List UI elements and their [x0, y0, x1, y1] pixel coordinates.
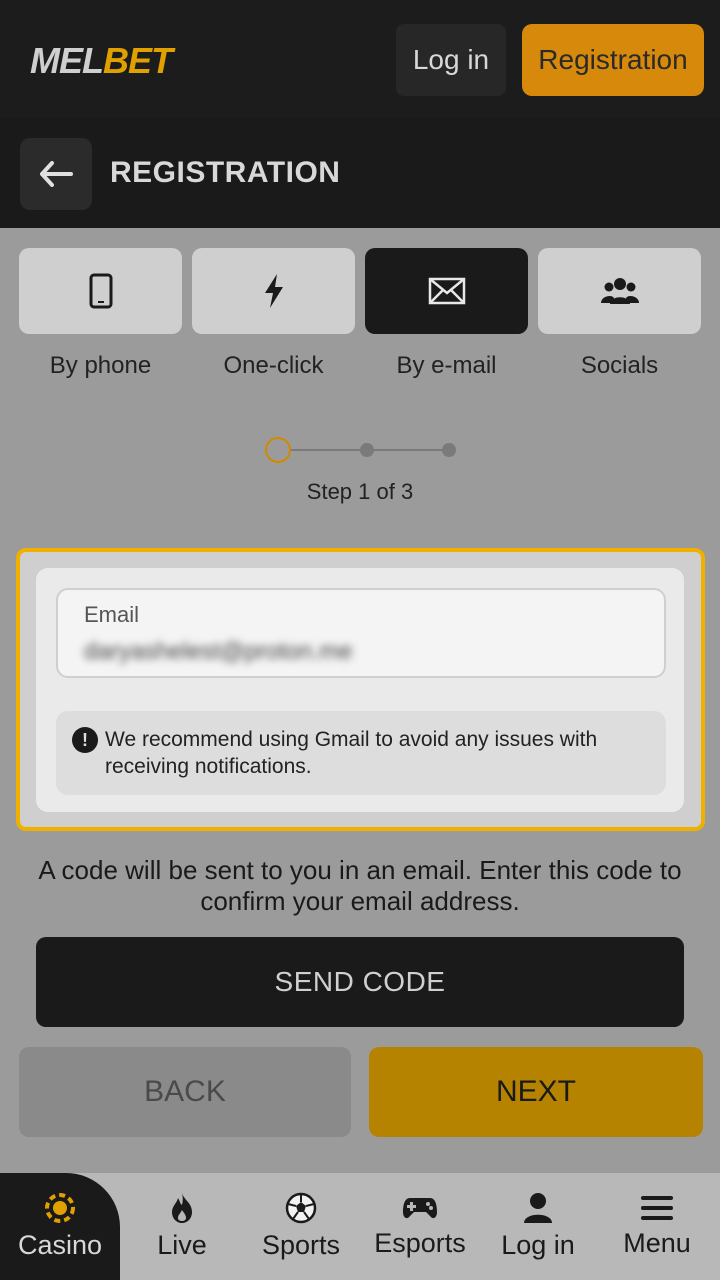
back-button[interactable]: BACK	[19, 1047, 351, 1137]
gamepad-icon	[403, 1198, 437, 1219]
tab-label-socials: Socials	[580, 352, 659, 379]
email-field[interactable]: Email daryashelest@proton.me	[56, 588, 666, 678]
tab-one-click[interactable]	[192, 248, 355, 334]
nav-item-live[interactable]: Live	[122, 1173, 242, 1280]
tab-label-one-click: One-click	[223, 352, 324, 379]
exclamation-icon: !	[72, 727, 98, 753]
tab-by-phone[interactable]	[19, 248, 182, 334]
nav-label-login: Log in	[501, 1230, 575, 1260]
step-indicator-3	[442, 443, 456, 457]
nav-label-sports: Sports	[261, 1230, 341, 1260]
nav-label-casino: Casino	[17, 1230, 103, 1260]
top-header: MELBET Log in Registration	[0, 0, 720, 118]
users-icon	[600, 278, 639, 304]
envelope-icon	[428, 277, 465, 305]
login-button[interactable]: Log in	[396, 24, 506, 96]
nav-item-login[interactable]: Log in	[478, 1173, 598, 1280]
tab-socials[interactable]	[538, 248, 701, 334]
registration-titlebar: REGISTRATION	[0, 118, 720, 228]
nav-item-esports[interactable]: Esports	[360, 1173, 480, 1280]
nav-item-casino[interactable]: Casino	[0, 1173, 120, 1280]
send-code-button[interactable]: SEND CODE	[36, 937, 684, 1027]
nav-item-menu[interactable]: Menu	[597, 1173, 717, 1280]
tab-label-by-email: By e-mail	[396, 352, 497, 379]
nav-label-menu: Menu	[623, 1228, 691, 1258]
user-icon	[524, 1193, 552, 1223]
tab-label-by-phone: By phone	[49, 352, 152, 379]
tab-by-email[interactable]	[365, 248, 528, 334]
nav-label-esports: Esports	[374, 1228, 466, 1258]
soccer-ball-icon	[285, 1192, 317, 1224]
logo-text-bet: BET	[103, 40, 173, 81]
registration-button[interactable]: Registration	[522, 24, 704, 96]
nav-item-sports[interactable]: Sports	[241, 1173, 361, 1280]
nav-label-live: Live	[157, 1230, 207, 1260]
step-indicator-current	[265, 437, 291, 463]
melbet-logo[interactable]: MELBET	[30, 40, 173, 82]
step-text: Step 1 of 3	[306, 479, 414, 504]
email-field-label: Email	[84, 602, 140, 627]
back-arrow-button[interactable]	[20, 138, 92, 210]
step-indicator-2	[360, 443, 374, 457]
bottom-navigation: Casino Live Sports Esports Log in Menu	[0, 1173, 720, 1280]
email-field-value[interactable]: daryashelest@proton.me	[84, 638, 353, 666]
phone-icon	[89, 273, 112, 309]
page-title: REGISTRATION	[110, 156, 341, 189]
logo-text-mel: MEL	[30, 40, 104, 81]
arrow-left-icon	[40, 161, 73, 187]
gmail-notice-text: We recommend using Gmail to avoid any is…	[105, 728, 598, 778]
casino-chip-icon	[45, 1193, 75, 1223]
flame-icon	[172, 1193, 192, 1223]
lightning-icon	[264, 274, 283, 308]
next-button[interactable]: NEXT	[369, 1047, 703, 1137]
gmail-notice: ! We recommend using Gmail to avoid any …	[56, 711, 666, 795]
code-info-text: A code will be sent to you in an email. …	[38, 855, 682, 916]
hamburger-menu-icon	[641, 1196, 673, 1220]
